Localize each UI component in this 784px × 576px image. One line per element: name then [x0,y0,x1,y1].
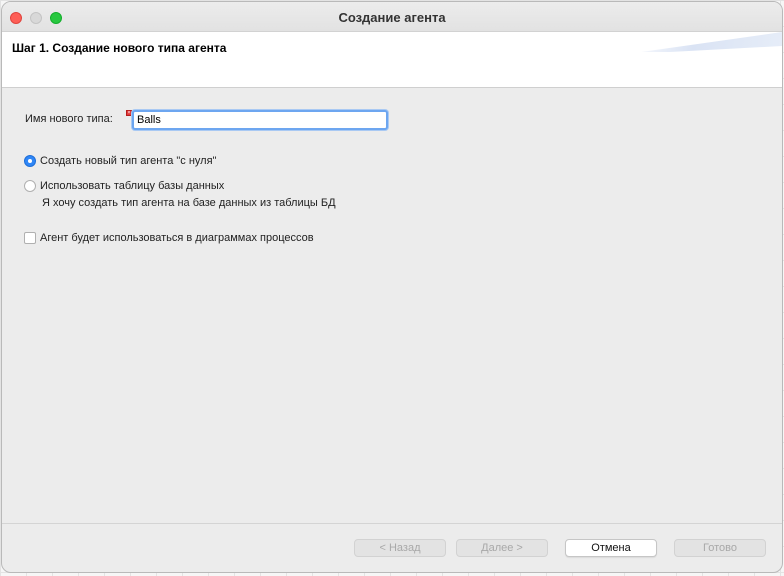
finish-button[interactable]: Готово [674,539,766,557]
use-db-table-label[interactable]: Использовать таблицу базы данных [40,180,224,192]
back-button[interactable]: < Назад [354,539,446,557]
next-button[interactable]: Далее > [456,539,548,557]
step-title: Шаг 1. Создание нового типа агента [12,41,227,55]
cancel-button[interactable]: Отмена [565,539,657,557]
create-from-scratch-radio[interactable] [24,155,36,167]
use-db-table-radio[interactable] [24,180,36,192]
dialog-window: Создание агента Шаг 1. Создание нового т… [1,1,783,573]
create-from-scratch-label[interactable]: Создать новый тип агента "с нуля" [40,155,216,167]
title-bar: Создание агента [2,2,782,32]
process-diagrams-checkbox[interactable] [24,232,36,244]
footer-divider [2,523,782,524]
header-decoration [641,32,782,52]
wizard-header: Шаг 1. Создание нового типа агента [2,32,782,88]
window-title: Создание агента [338,10,446,25]
use-db-table-hint: Я хочу создать тип агента на базе данных… [42,197,336,209]
name-label: Имя нового типа: [25,113,113,125]
process-diagrams-label[interactable]: Агент будет использоваться в диаграммах … [40,232,314,244]
type-name-input[interactable] [132,110,388,130]
